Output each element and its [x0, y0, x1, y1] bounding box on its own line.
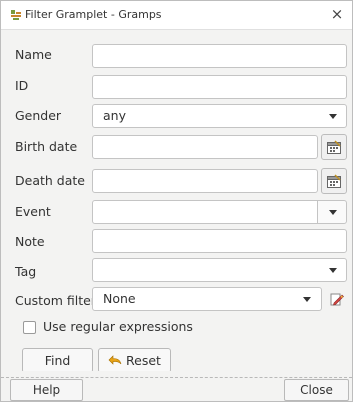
event-dropdown-button[interactable] — [317, 200, 347, 224]
regex-checkbox[interactable] — [23, 321, 36, 334]
dialog-footer: Help Close — [1, 371, 352, 401]
death-date-label: Death date — [15, 173, 85, 188]
gender-label: Gender — [15, 108, 62, 123]
event-input[interactable] — [92, 200, 318, 224]
window-title: Filter Gramplet - Gramps — [25, 8, 162, 21]
event-label: Event — [15, 204, 51, 219]
gender-value: any — [103, 108, 126, 123]
calendar-icon — [327, 174, 341, 188]
custom-filter-select[interactable]: None — [92, 287, 322, 311]
chevron-down-icon — [303, 297, 311, 302]
chevron-down-icon — [329, 268, 337, 273]
birth-date-editor-button[interactable] — [321, 134, 347, 160]
gramps-filter-icon — [11, 10, 21, 20]
birth-date-input[interactable] — [92, 135, 318, 159]
calendar-icon — [327, 140, 341, 154]
reset-label: Reset — [126, 353, 161, 368]
death-date-editor-button[interactable] — [321, 168, 347, 194]
event-combo — [92, 200, 347, 224]
find-button[interactable]: Find — [22, 348, 93, 373]
note-input[interactable] — [92, 229, 347, 253]
birth-date-label: Birth date — [15, 139, 78, 154]
title-bar: Filter Gramplet - Gramps × — [1, 1, 352, 29]
undo-icon — [108, 355, 122, 365]
id-label: ID — [15, 78, 29, 93]
filter-gramplet-window: Filter Gramplet - Gramps × Name ID Gende… — [0, 0, 353, 402]
custom-filter-label: Custom filter — [15, 293, 96, 308]
name-label: Name — [15, 47, 52, 62]
edit-filter-icon[interactable] — [329, 291, 345, 307]
regex-label: Use regular expressions — [43, 319, 193, 334]
tag-select[interactable] — [92, 258, 347, 282]
death-date-input[interactable] — [92, 169, 318, 193]
chevron-down-icon — [329, 114, 337, 119]
window-close-button[interactable]: × — [328, 5, 346, 23]
gender-select[interactable]: any — [92, 104, 347, 128]
close-button[interactable]: Close — [284, 379, 349, 401]
id-input[interactable] — [92, 75, 347, 99]
note-label: Note — [15, 234, 45, 249]
help-button[interactable]: Help — [10, 379, 83, 401]
filter-form: Name ID Gender any Birth date Death date — [1, 29, 352, 373]
name-input[interactable] — [92, 44, 347, 68]
chevron-down-icon — [329, 210, 337, 215]
tag-label: Tag — [15, 264, 37, 279]
reset-button[interactable]: Reset — [98, 348, 171, 373]
custom-filter-value: None — [103, 291, 136, 306]
